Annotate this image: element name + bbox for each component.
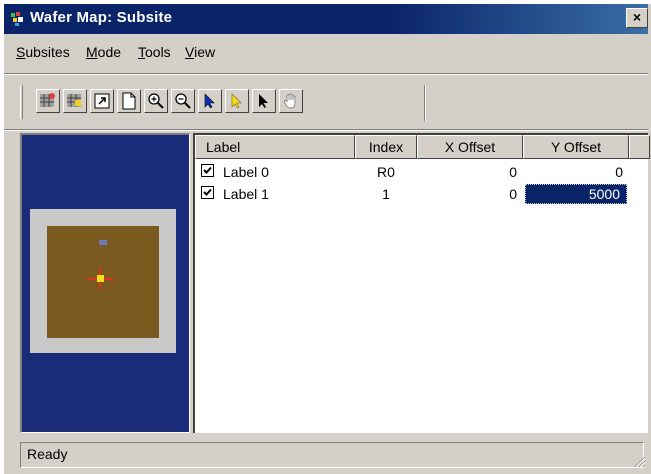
zoom-in-button[interactable] <box>144 89 168 113</box>
cell-x-offset[interactable]: 0 <box>417 161 517 183</box>
close-button[interactable]: × <box>626 8 648 28</box>
yellow-pointer-icon <box>228 92 246 110</box>
menu-view[interactable]: View <box>185 44 215 60</box>
cell-label[interactable]: Label 1 <box>223 183 269 205</box>
column-header-filler <box>629 135 650 159</box>
die-frame <box>30 209 176 353</box>
cell-index[interactable]: 1 <box>355 183 417 205</box>
subsite-table: Label Index X Offset Y Offset Label 0 R0… <box>193 133 650 433</box>
probe-pointer-button[interactable] <box>225 89 249 113</box>
pan-button[interactable] <box>279 89 303 113</box>
export-button[interactable] <box>90 89 114 113</box>
cell-y-offset-selected[interactable]: 5000 <box>525 184 627 204</box>
select-button[interactable] <box>198 89 222 113</box>
select-arrow-icon <box>201 92 219 110</box>
new-page-icon <box>120 92 138 110</box>
column-header-y-offset[interactable]: Y Offset <box>523 135 629 159</box>
table-row[interactable]: Label 1 1 0 5000 <box>195 183 650 205</box>
die-grid-remove-icon <box>66 92 84 110</box>
menu-subsites[interactable]: Subsites <box>16 44 70 60</box>
subsite-marker-icon <box>99 240 107 245</box>
toolbar-grip[interactable] <box>20 85 23 119</box>
new-button[interactable] <box>117 89 141 113</box>
window-title: Wafer Map: Subsite <box>30 9 173 26</box>
row-checkbox[interactable] <box>201 164 214 177</box>
toolbar-top-divider <box>4 73 648 75</box>
status-panel: Ready <box>20 442 644 468</box>
menu-tools[interactable]: Tools <box>138 44 171 60</box>
toolbar-divider <box>424 85 426 121</box>
wafer-preview-pane[interactable] <box>20 133 190 433</box>
column-header-label[interactable]: Label <box>195 135 355 159</box>
status-bar: Ready <box>4 438 648 470</box>
black-pointer-icon <box>255 92 273 110</box>
checkmark-icon <box>203 166 212 174</box>
menu-mode[interactable]: Mode <box>86 44 121 60</box>
zoom-out-icon <box>174 92 192 110</box>
checkmark-icon <box>203 188 212 196</box>
zoom-in-icon <box>147 92 165 110</box>
cell-index[interactable]: R0 <box>355 161 417 183</box>
toolbar-bottom-divider <box>4 129 648 131</box>
pan-hand-icon <box>282 92 300 110</box>
remove-die-grid-button[interactable] <box>63 89 87 113</box>
export-icon <box>93 92 111 110</box>
close-icon: × <box>632 9 642 25</box>
origin-marker-icon <box>97 275 104 282</box>
toolbar <box>4 77 648 129</box>
die-preview[interactable] <box>47 226 159 338</box>
column-header-x-offset[interactable]: X Offset <box>417 135 523 159</box>
cell-label[interactable]: Label 0 <box>223 161 269 183</box>
die-grid-add-icon <box>39 92 57 110</box>
title-bar[interactable]: Wafer Map: Subsite × <box>4 4 648 34</box>
menu-bar: Subsites Mode Tools View <box>4 38 648 66</box>
pointer-button[interactable] <box>252 89 276 113</box>
row-checkbox[interactable] <box>201 186 214 199</box>
app-icon <box>10 11 26 27</box>
cell-x-offset[interactable]: 0 <box>417 183 517 205</box>
table-row[interactable]: Label 0 R0 0 0 <box>195 161 650 183</box>
column-header-index[interactable]: Index <box>355 135 417 159</box>
resize-grip-icon[interactable] <box>632 454 646 468</box>
add-die-grid-button[interactable] <box>36 89 60 113</box>
cell-y-offset[interactable]: 0 <box>523 161 623 183</box>
status-text: Ready <box>27 446 68 462</box>
zoom-out-button[interactable] <box>171 89 195 113</box>
